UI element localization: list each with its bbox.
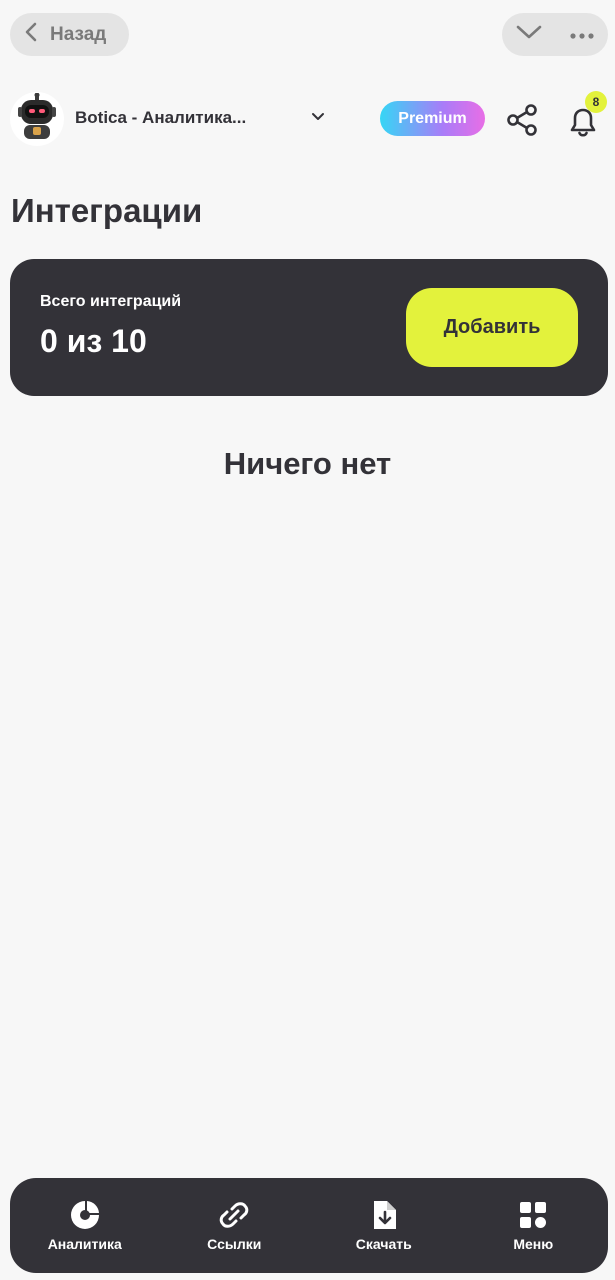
share-icon[interactable] bbox=[504, 102, 540, 138]
premium-button[interactable]: Premium bbox=[380, 101, 485, 136]
nav-label-links: Ссылки bbox=[207, 1235, 262, 1252]
link-icon bbox=[219, 1200, 249, 1230]
avatar[interactable] bbox=[10, 92, 64, 146]
nav-label-menu: Меню bbox=[513, 1235, 554, 1252]
top-bar: Назад bbox=[0, 0, 615, 70]
chevron-left-icon bbox=[24, 22, 38, 48]
more-dots-icon bbox=[569, 26, 594, 44]
summary-label: Всего интеграций bbox=[40, 293, 182, 310]
project-name[interactable]: Botica - Аналитика... bbox=[75, 108, 246, 128]
nav-item-menu[interactable]: Меню bbox=[463, 1178, 603, 1273]
pie-chart-icon bbox=[70, 1200, 100, 1230]
nav-label-analytics: Аналитика bbox=[47, 1235, 122, 1252]
page-title: Интеграции bbox=[11, 192, 203, 229]
nav-item-download[interactable]: Скачать bbox=[314, 1178, 454, 1273]
integrations-summary-card: Всего интеграций 0 из 10 Добавить bbox=[10, 259, 608, 396]
back-button[interactable]: Назад bbox=[10, 13, 129, 56]
add-integration-button[interactable]: Добавить bbox=[406, 288, 578, 367]
app-header: Botica - Аналитика... Premium bbox=[0, 90, 615, 148]
nav-label-download: Скачать bbox=[355, 1235, 412, 1252]
window-controls bbox=[502, 13, 608, 56]
robot-avatar-icon bbox=[15, 92, 59, 146]
nav-item-analytics[interactable]: Аналитика bbox=[15, 1178, 155, 1273]
bottom-nav: Аналитика Ссылки Скачать Меню bbox=[10, 1178, 608, 1273]
more-button[interactable] bbox=[555, 13, 608, 56]
nav-item-links[interactable]: Ссылки bbox=[164, 1178, 304, 1273]
download-file-icon bbox=[369, 1200, 399, 1230]
collapse-button[interactable] bbox=[502, 13, 555, 56]
empty-state-text: Ничего нет bbox=[223, 446, 392, 481]
notification-badge: 8 bbox=[585, 91, 607, 113]
project-dropdown-chevron-icon[interactable] bbox=[309, 108, 327, 126]
back-label: Назад bbox=[50, 23, 107, 45]
grid-menu-icon bbox=[518, 1200, 548, 1230]
chevron-down-icon bbox=[516, 24, 542, 45]
summary-value: 0 из 10 bbox=[40, 323, 147, 359]
